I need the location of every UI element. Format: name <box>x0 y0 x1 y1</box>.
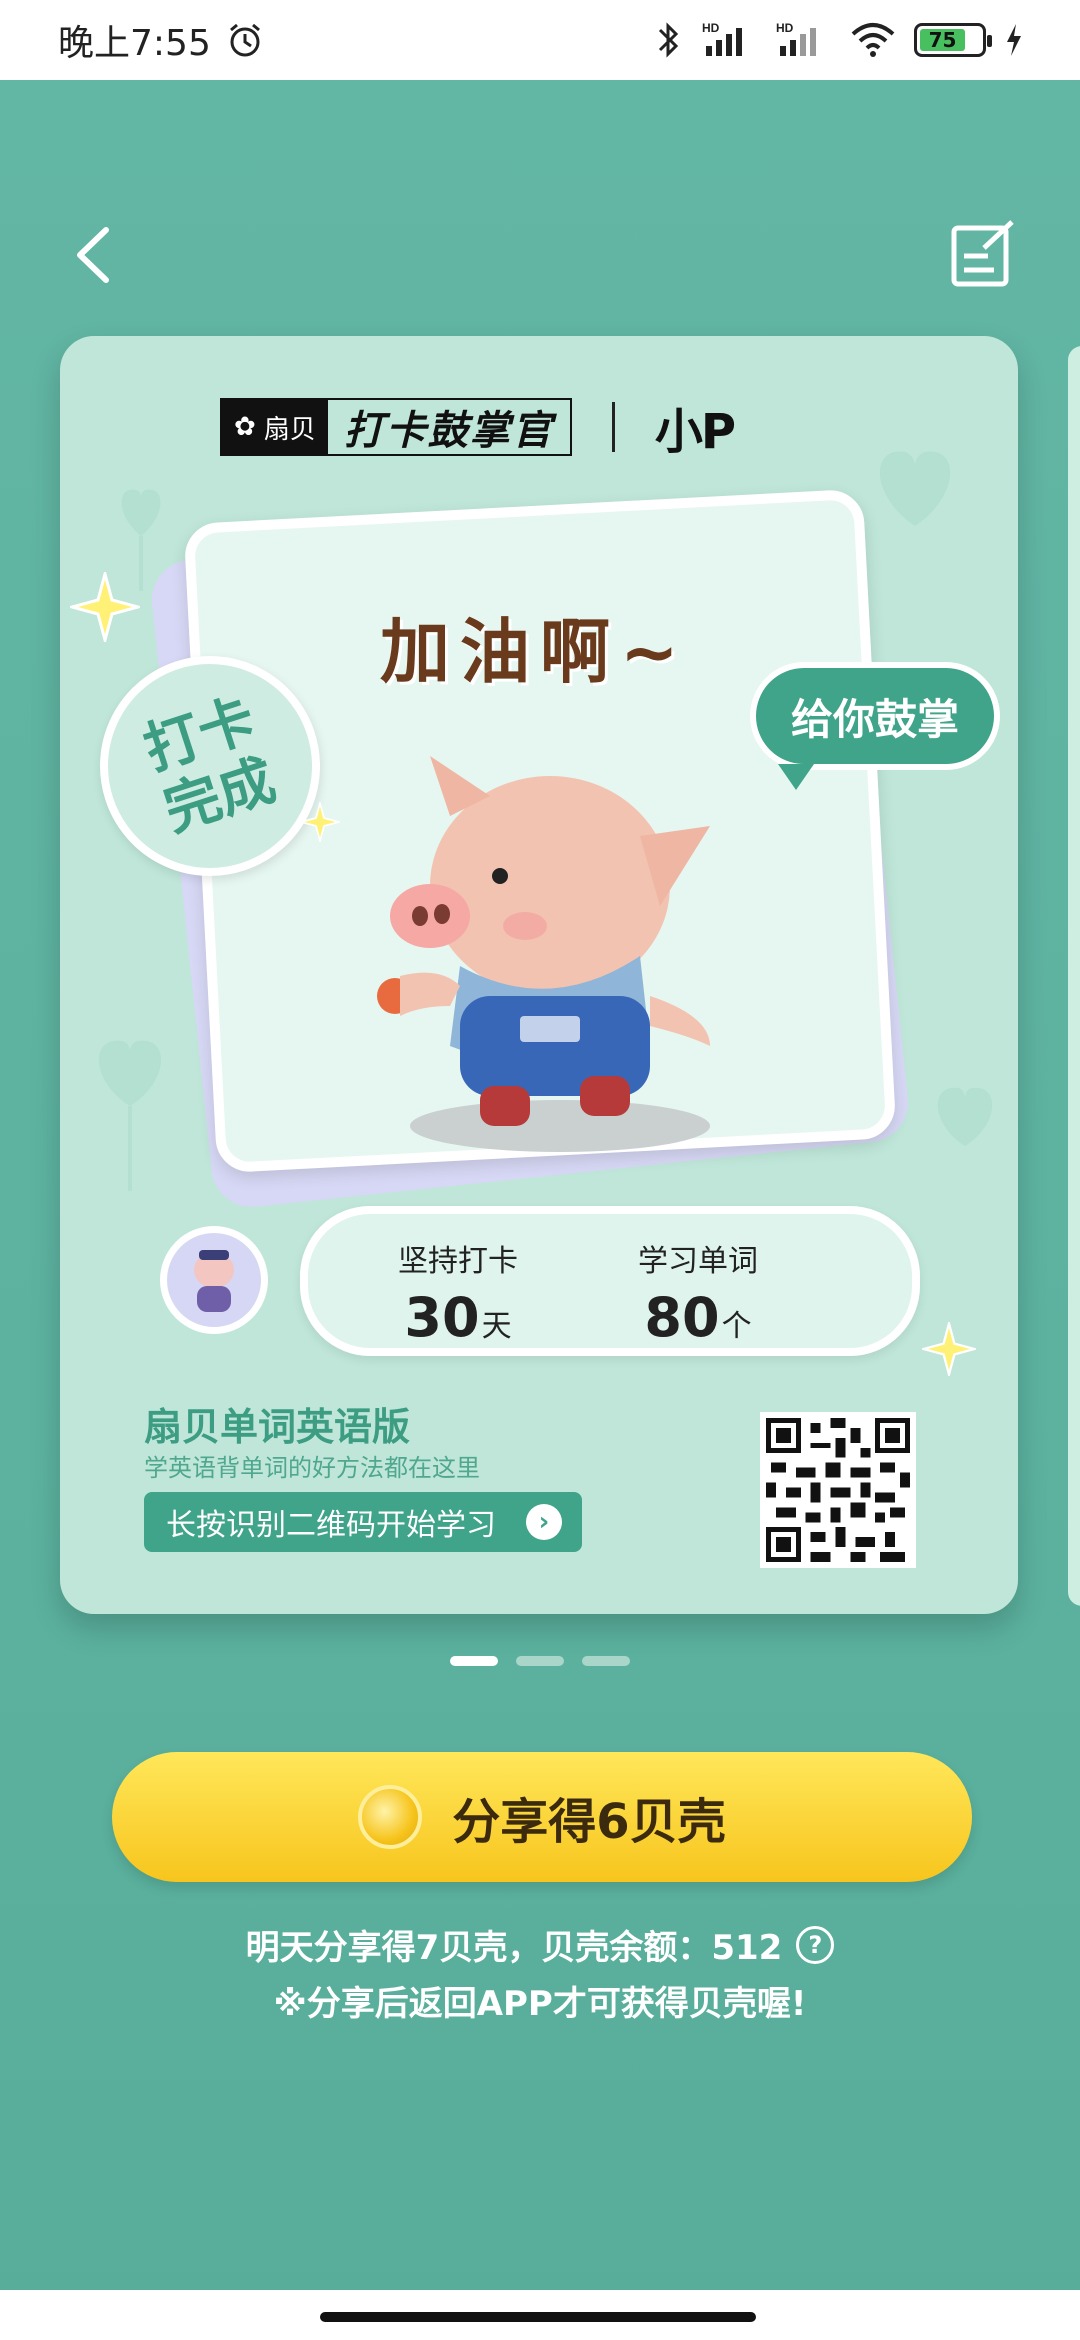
stat-days-value: 30 <box>404 1286 480 1349</box>
scan-qr-hint-text: 长按识别二维码开始学习 <box>166 1508 496 1543</box>
stat-checkin-days: 坚持打卡 30天 <box>398 1236 518 1349</box>
sparkle-icon <box>70 572 140 642</box>
carousel-pager <box>450 1656 630 1666</box>
pager-dot-1[interactable] <box>450 1656 498 1666</box>
qr-code-image <box>760 1412 916 1568</box>
brand-row: ✿ 扇贝 打卡鼓掌官 小P <box>220 396 920 460</box>
stat-days-label: 坚持打卡 <box>398 1244 518 1279</box>
stat-words-value-row: 80个 <box>638 1286 758 1349</box>
svg-text:HD: HD <box>702 21 720 35</box>
badge-text: 打卡 完成 <box>136 686 284 845</box>
stats-panel: 坚持打卡 30天 学习单词 80个 <box>300 1206 920 1356</box>
help-icon[interactable]: ? <box>796 1925 835 1964</box>
sparkle-icon-2 <box>300 802 340 842</box>
brand-divider <box>611 402 615 452</box>
bluetooth-icon <box>658 22 679 58</box>
stat-days-value-row: 30天 <box>398 1286 518 1349</box>
alarm-icon <box>229 23 260 57</box>
cheer-text: 加油啊~ <box>380 611 689 693</box>
next-card-edge <box>1068 346 1080 1606</box>
wifi-icon <box>851 23 895 57</box>
stat-words-label: 学习单词 <box>638 1244 758 1279</box>
edit-icon[interactable] <box>948 218 1020 290</box>
share-button[interactable]: 分享得6贝壳 <box>112 1752 972 1882</box>
pager-dot-2[interactable] <box>516 1656 564 1666</box>
scan-qr-hint: 长按识别二维码开始学习 › <box>144 1492 582 1552</box>
shell-info-text: 明天分享得7贝壳，贝壳余额：512 <box>245 1928 783 1968</box>
checkin-card: ✿ 扇贝 打卡鼓掌官 小P 加油啊~ 打卡 完成 给你鼓掌 坚持打卡 30天 学… <box>60 336 1018 1614</box>
signal-hd-icon: HD <box>702 21 742 56</box>
back-icon[interactable] <box>62 220 132 290</box>
stat-words-value: 80 <box>644 1286 720 1349</box>
app-name: 扇贝单词英语版 <box>144 1405 411 1449</box>
shell-info-line: 明天分享得7贝壳，贝壳余额：512 ? <box>0 1920 1080 1969</box>
heart-decoration-icon-2 <box>879 451 951 526</box>
chevron-right-icon: › <box>526 1504 562 1540</box>
share-page: 晚上7:55 HD HD 75 ✿ 扇贝 打卡鼓掌官 小P 加油啊~ 打卡 完成… <box>0 0 1080 2340</box>
stat-words-unit: 个 <box>721 1309 752 1344</box>
shanbay-leaf-icon: ✿ <box>234 412 256 442</box>
share-notice: ※分享后返回APP才可获得贝壳喔! <box>273 1984 807 2024</box>
avatar <box>160 1226 268 1334</box>
avatar-pig-icon <box>194 1250 234 1312</box>
share-button-label: 分享得6贝壳 <box>452 1794 726 1850</box>
battery-icon: 75 <box>914 23 992 57</box>
stat-words-learned: 学习单词 80个 <box>638 1236 758 1349</box>
charging-icon <box>1007 24 1021 56</box>
sparkle-icon-3 <box>922 1322 976 1376</box>
status-left: 晚上7:55 <box>58 14 265 66</box>
heart-decoration-icon-4 <box>937 1087 993 1146</box>
svg-text:HD: HD <box>776 21 794 35</box>
status-right: HD HD 75 <box>654 20 1024 60</box>
status-time: 晚上7:55 <box>58 23 211 64</box>
home-indicator[interactable] <box>320 2312 756 2322</box>
heart-decoration-icon-3 <box>98 1040 162 1191</box>
shanbay-logo-small: ✿ 扇贝 <box>222 400 328 454</box>
campaign-title: 打卡鼓掌官 <box>343 408 554 454</box>
applause-bubble: 给你鼓掌 <box>750 662 1000 790</box>
status-bar: 晚上7:55 HD HD 75 <box>0 0 1080 80</box>
pager-dot-3[interactable] <box>582 1656 630 1666</box>
battery-level: 75 <box>920 28 965 52</box>
shell-coin-icon <box>358 1785 423 1849</box>
app-subtitle: 学英语背单词的好方法都在这里 <box>144 1454 480 1482</box>
signal-hd-icon-2: HD <box>776 21 816 56</box>
stat-days-unit: 天 <box>481 1309 512 1344</box>
pig-character-image <box>377 756 710 1152</box>
shanbay-logo: ✿ 扇贝 打卡鼓掌官 <box>220 398 572 456</box>
partner-logo: 小P <box>654 404 736 460</box>
